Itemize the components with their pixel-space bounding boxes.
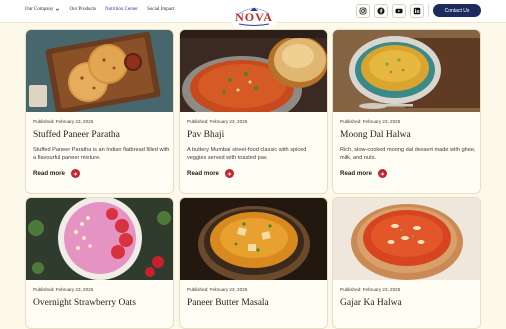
nav-label: Our Products (69, 7, 97, 12)
read-more-label: Read more (187, 170, 219, 177)
recipe-card[interactable]: Published: February 23, 2026 Pav Bhaji A… (179, 29, 328, 194)
arrow-right-icon (377, 169, 387, 178)
read-more-link[interactable]: Read more (33, 169, 166, 178)
nav-our-company[interactable]: Our Company (25, 7, 60, 12)
published-date: Published: February 23, 2026 (340, 119, 401, 124)
nav-our-products[interactable]: Our Products (69, 7, 96, 12)
recipe-title[interactable]: Pav Bhaji (187, 130, 320, 140)
nav-label: Nutrition Center (105, 7, 138, 12)
recipe-title[interactable]: Moong Dal Halwa (340, 130, 473, 140)
recipe-image (180, 30, 327, 112)
recipe-title[interactable]: Overnight Strawberry Oats (33, 298, 166, 308)
nav-nutrition-center[interactable]: Nutrition Center (105, 7, 138, 12)
recipe-card[interactable]: Published: February 23, 2026 Gajar Ka Ha… (332, 197, 481, 329)
contact-us-button[interactable]: Contact Us (433, 4, 481, 17)
chevron-down-icon (56, 8, 60, 11)
contact-us-label: Contact Us (444, 7, 470, 14)
recipe-card[interactable]: Published: February 23, 2026 Paneer Butt… (179, 197, 328, 329)
logo-wordmark: NOVA (235, 10, 273, 24)
nav-label: Our Company (25, 7, 54, 12)
arrow-right-icon (224, 169, 234, 178)
read-more-link[interactable]: Read more (340, 169, 473, 178)
facebook-icon[interactable] (374, 4, 388, 18)
published-date: Published: February 23, 2026 (33, 287, 94, 292)
recipe-card[interactable]: Published: February 23, 2026 Overnight S… (25, 197, 174, 329)
header-divider (428, 4, 429, 17)
published-date: Published: February 23, 2026 (340, 287, 401, 292)
arrow-right-icon (70, 169, 80, 178)
recipe-image (26, 30, 173, 112)
social-links (356, 4, 424, 18)
recipe-image (333, 198, 480, 280)
recipe-title[interactable]: Gajar Ka Halwa (340, 298, 473, 308)
recipe-description: Stuffed Paneer Paratha is an Indian flat… (33, 147, 170, 161)
published-date: Published: February 23, 2026 (187, 287, 248, 292)
published-date: Published: February 23, 2026 (187, 119, 248, 124)
main-nav: Our Company Our Products Nutrition Cente… (25, 7, 184, 12)
recipe-title[interactable]: Paneer Butter Masala (187, 298, 320, 308)
logo-swoosh (238, 23, 270, 26)
recipe-description: Rich, slow-cooked moong dal dessert made… (340, 147, 476, 161)
recipe-title[interactable]: Stuffed Paneer Paratha (33, 130, 166, 140)
recipe-card[interactable]: Published: February 23, 2026 Stuffed Pan… (25, 29, 174, 194)
recipe-card[interactable]: Published: February 23, 2026 Moong Dal H… (332, 29, 481, 194)
read-more-link[interactable]: Read more (187, 169, 320, 178)
youtube-icon[interactable] (392, 4, 406, 18)
recipe-image (333, 30, 480, 112)
nav-social-impact[interactable]: Social Impact (147, 7, 175, 12)
nav-label: Social Impact (146, 7, 175, 12)
recipe-description: A buttery Mumbai street-food classic wit… (187, 147, 307, 161)
linkedin-icon[interactable] (410, 4, 424, 18)
recipe-image (26, 198, 173, 280)
recipe-image (180, 198, 327, 280)
instagram-icon[interactable] (356, 4, 370, 18)
read-more-label: Read more (33, 170, 65, 177)
published-date: Published: February 23, 2026 (33, 119, 94, 124)
read-more-label: Read more (340, 170, 372, 177)
